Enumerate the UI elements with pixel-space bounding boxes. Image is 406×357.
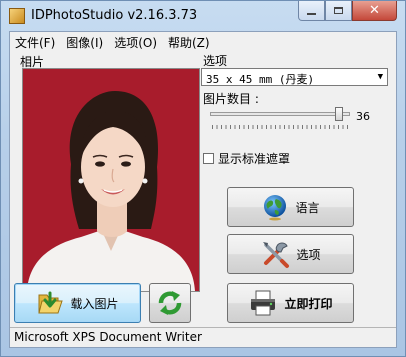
folder-open-icon xyxy=(38,291,64,314)
minimize-icon xyxy=(307,12,316,15)
printer-icon xyxy=(251,290,276,316)
status-bar: Microsoft XPS Document Writer xyxy=(10,327,396,347)
window-title: IDPhotoStudio v2.16.3.73 xyxy=(31,8,198,23)
show-mask-checkbox[interactable] xyxy=(203,153,214,164)
photo-count-slider-track[interactable] xyxy=(210,112,350,116)
maximize-button[interactable] xyxy=(325,1,352,21)
refresh-icon xyxy=(158,291,182,315)
menu-help[interactable]: 帮助(Z) xyxy=(163,32,216,51)
show-mask-option[interactable]: 显示标准遮罩 xyxy=(203,150,290,167)
photo-size-select[interactable]: 35 x 45 mm (丹麦) ▼ xyxy=(201,68,388,86)
menu-file[interactable]: 文件(F) xyxy=(10,32,61,51)
title-bar[interactable]: IDPhotoStudio v2.16.3.73 ✕ xyxy=(1,1,405,31)
language-button[interactable]: 语言 xyxy=(227,187,354,227)
load-image-button[interactable]: 载入图片 xyxy=(14,283,141,323)
show-mask-label: 显示标准遮罩 xyxy=(218,152,291,166)
photo-count-value: 36 xyxy=(356,110,370,123)
photo-count-label: 图片数目 : xyxy=(203,92,259,106)
app-window: IDPhotoStudio v2.16.3.73 ✕ 文件(F) 图像(I) 选… xyxy=(0,0,406,357)
options-button-label: 选项 xyxy=(296,247,321,262)
tools-icon xyxy=(263,242,290,268)
language-button-label: 语言 xyxy=(295,200,320,215)
app-icon xyxy=(9,8,25,24)
maximize-icon xyxy=(334,7,343,14)
close-icon: ✕ xyxy=(369,3,380,18)
printer-name: Microsoft XPS Document Writer xyxy=(14,330,202,344)
photo-count-slider-thumb[interactable] xyxy=(335,107,344,121)
photo-size-value: 35 x 45 mm (丹麦) xyxy=(206,73,315,86)
menu-bar: 文件(F) 图像(I) 选项(O) 帮助(Z) xyxy=(10,32,396,51)
photo-preview xyxy=(22,68,200,292)
globe-icon xyxy=(264,195,287,221)
options-button[interactable]: 选项 xyxy=(227,234,354,274)
options-group-label: 选项 xyxy=(203,54,228,68)
menu-options[interactable]: 选项(O) xyxy=(109,32,163,51)
menu-image[interactable]: 图像(I) xyxy=(61,32,109,51)
portrait-image xyxy=(23,69,199,291)
refresh-button[interactable] xyxy=(149,283,191,323)
print-now-button[interactable]: 立即打印 xyxy=(227,283,354,323)
close-button[interactable]: ✕ xyxy=(352,1,397,21)
print-now-button-label: 立即打印 xyxy=(284,296,333,311)
minimize-button[interactable] xyxy=(298,1,325,21)
client-area: 文件(F) 图像(I) 选项(O) 帮助(Z) 相片 选项 35 x 45 mm… xyxy=(9,31,397,348)
slider-ticks xyxy=(212,125,348,129)
load-image-button-label: 载入图片 xyxy=(70,296,119,311)
chevron-down-icon: ▼ xyxy=(377,72,383,82)
